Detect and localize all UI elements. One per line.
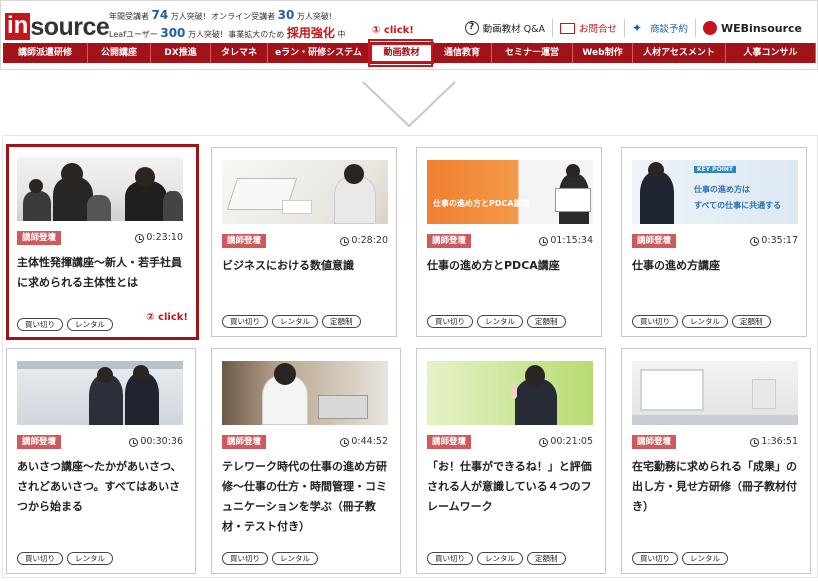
click-annotation-1: ① click! — [372, 25, 414, 36]
instructor-badge: 講師登壇 — [17, 435, 62, 449]
video-thumbnail[interactable] — [222, 160, 388, 224]
tag-purchase: 買い切り — [17, 318, 63, 331]
tag-purchase: 買い切り — [17, 552, 63, 565]
tag-rental: レンタル — [67, 318, 113, 331]
video-thumbnail[interactable] — [222, 361, 388, 425]
tag-purchase: 買い切り — [427, 552, 473, 565]
tag-rental: レンタル — [67, 552, 113, 565]
clock-icon — [340, 236, 350, 246]
tag-purchase: 買い切り — [222, 315, 268, 328]
logo-source: source — [30, 13, 110, 41]
video-thumbnail[interactable] — [632, 361, 798, 425]
tag-purchase: 買い切り — [632, 552, 678, 565]
video-title[interactable]: 在宅勤務に求められる「成果」の出し方・見せ方研修（冊子教材付き） — [632, 457, 800, 517]
clock-icon — [539, 236, 549, 246]
video-grid: 講師登壇 0:23:10 主体性発揮講座〜新人・若手社員に求められる主体性とは … — [2, 135, 818, 578]
web-insource-link[interactable]: WEBinsource — [695, 19, 809, 37]
video-thumbnail[interactable]: 仕事の進め方とPDCA講座 — [427, 160, 593, 224]
duration: 00:30:36 — [140, 436, 183, 447]
video-card[interactable]: 仕事の進め方とPDCA講座 講師登壇 01:15:34 仕事の進め方とPDCA講… — [416, 147, 602, 337]
question-icon: ? — [464, 21, 479, 35]
duration: 00:21:05 — [550, 436, 593, 447]
tag-purchase: 買い切り — [222, 552, 268, 565]
instructor-badge: 講師登壇 — [632, 234, 677, 248]
nav-item-dx[interactable]: DX推進 — [151, 43, 211, 63]
mail-icon — [559, 22, 575, 34]
site-header: in source 年間受講者 74 万人突破! オンライン受講者 30 万人突破… — [0, 0, 818, 70]
nav-item-correspondence[interactable]: 通信教育 — [433, 43, 492, 63]
nav-item-web-production[interactable]: Web制作 — [573, 43, 633, 63]
clock-icon — [340, 437, 350, 447]
video-card[interactable]: 講師登壇 0:23:10 主体性発揮講座〜新人・若手社員に求められる主体性とは … — [6, 144, 199, 340]
video-thumbnail[interactable] — [17, 361, 183, 425]
handshake-icon: ✦ — [632, 21, 643, 35]
tag-purchase: 買い切り — [427, 315, 473, 328]
down-chevron-icon — [362, 81, 456, 128]
qa-link[interactable]: ? 動画教材 Q&A — [458, 19, 552, 37]
nav-item-seminar[interactable]: セミナー運営 — [492, 43, 573, 63]
nav-item-assessment[interactable]: 人材アセスメント — [633, 43, 726, 63]
clock-icon — [750, 236, 760, 246]
clock-icon — [539, 437, 549, 447]
tag-rental: レンタル — [682, 552, 728, 565]
duration: 0:44:52 — [351, 436, 388, 447]
duration: 01:15:34 — [550, 235, 593, 246]
video-title[interactable]: 仕事の進め方とPDCA講座 — [427, 256, 595, 276]
header-stats: 年間受講者 74 万人突破! オンライン受講者 30 万人突破! Leafユーザ… — [109, 7, 345, 43]
video-card[interactable]: 講師登壇 0:28:20 ビジネスにおける数値意識 買い切り レンタル 定額制 — [211, 147, 397, 337]
video-card[interactable]: 講師登壇 0:44:52 テレワーク時代の仕事の進め方研修〜仕事の仕方・時間管理… — [211, 348, 401, 574]
instructor-badge: 講師登壇 — [427, 435, 472, 449]
video-card[interactable]: 講師登壇 00:21:05 「お！仕事ができるね！」と評価される人が意識している… — [416, 348, 606, 574]
video-card[interactable]: 講師登壇 00:30:36 あいさつ講座〜たかがあいさつ、されどあいさつ。すべて… — [6, 348, 196, 574]
video-title[interactable]: 仕事の進め方講座 — [632, 256, 800, 276]
tag-rental: レンタル — [682, 315, 728, 328]
tag-purchase: 買い切り — [632, 315, 678, 328]
nav-item-hr-consulting[interactable]: 人事コンサル — [726, 43, 816, 63]
instructor-badge: 講師登壇 — [17, 231, 62, 245]
nav-highlight-frame — [368, 39, 433, 67]
tag-subscription: 定額制 — [527, 552, 566, 565]
video-title[interactable]: ビジネスにおける数値意識 — [222, 256, 390, 276]
nav-item-talent-management[interactable]: タレマネ — [211, 43, 268, 63]
duration: 1:36:51 — [761, 436, 798, 447]
tag-subscription: 定額制 — [322, 315, 361, 328]
video-thumbnail[interactable] — [17, 157, 183, 221]
nav-item-instructor-training[interactable]: 講師派遣研修 — [3, 43, 88, 63]
insource-logo[interactable]: in source — [5, 10, 110, 41]
header-utility-links: ? 動画教材 Q&A お問合せ ✦ 商談予約 WEBinsource — [458, 19, 809, 37]
logo-in: in — [5, 12, 31, 40]
duration: 0:23:10 — [146, 232, 183, 243]
tag-rental: レンタル — [477, 552, 523, 565]
nav-item-elearning-system[interactable]: eラン・研修システム — [268, 43, 370, 63]
tag-rental: レンタル — [272, 552, 318, 565]
tag-rental: レンタル — [477, 315, 523, 328]
video-card[interactable]: 講師登壇 1:36:51 在宅勤務に求められる「成果」の出し方・見せ方研修（冊子… — [621, 348, 811, 574]
instructor-badge: 講師登壇 — [427, 234, 472, 248]
clock-icon — [129, 437, 139, 447]
click-annotation-2: ② click! — [146, 312, 188, 323]
meeting-link[interactable]: ✦ 商談予約 — [624, 19, 695, 37]
tag-subscription: 定額制 — [732, 315, 771, 328]
header-stats-line1: 年間受講者 74 万人突破! オンライン受講者 30 万人突破! — [109, 8, 333, 22]
video-title[interactable]: 「お！仕事ができるね！」と評価される人が意識している４つのフレームワーク — [427, 457, 595, 517]
duration: 0:35:17 — [761, 235, 798, 246]
video-thumbnail[interactable]: KEY POINT 仕事の進め方は すべての仕事に共通する — [632, 160, 798, 224]
video-title[interactable]: あいさつ講座〜たかがあいさつ、されどあいさつ。すべてはあいさつから始まる — [17, 457, 185, 517]
clock-icon — [135, 233, 145, 243]
instructor-badge: 講師登壇 — [222, 435, 267, 449]
web-insource-icon — [703, 21, 718, 35]
video-thumbnail[interactable] — [427, 361, 593, 425]
video-title[interactable]: 主体性発揮講座〜新人・若手社員に求められる主体性とは — [17, 253, 185, 293]
instructor-badge: 講師登壇 — [222, 234, 267, 248]
instructor-badge: 講師登壇 — [632, 435, 677, 449]
contact-link[interactable]: お問合せ — [551, 19, 624, 37]
header-stats-line2: Leafユーザー 300 万人突破! 事業拡大のため 採用強化 中 — [109, 26, 346, 40]
duration: 0:28:20 — [351, 235, 388, 246]
clock-icon — [750, 437, 760, 447]
nav-item-open-courses[interactable]: 公開講座 — [88, 43, 151, 63]
tag-subscription: 定額制 — [527, 315, 566, 328]
video-card[interactable]: KEY POINT 仕事の進め方は すべての仕事に共通する 講師登壇 0:35:… — [621, 147, 807, 337]
tag-rental: レンタル — [272, 315, 318, 328]
video-title[interactable]: テレワーク時代の仕事の進め方研修〜仕事の仕方・時間管理・コミュニケーションを学ぶ… — [222, 457, 390, 537]
